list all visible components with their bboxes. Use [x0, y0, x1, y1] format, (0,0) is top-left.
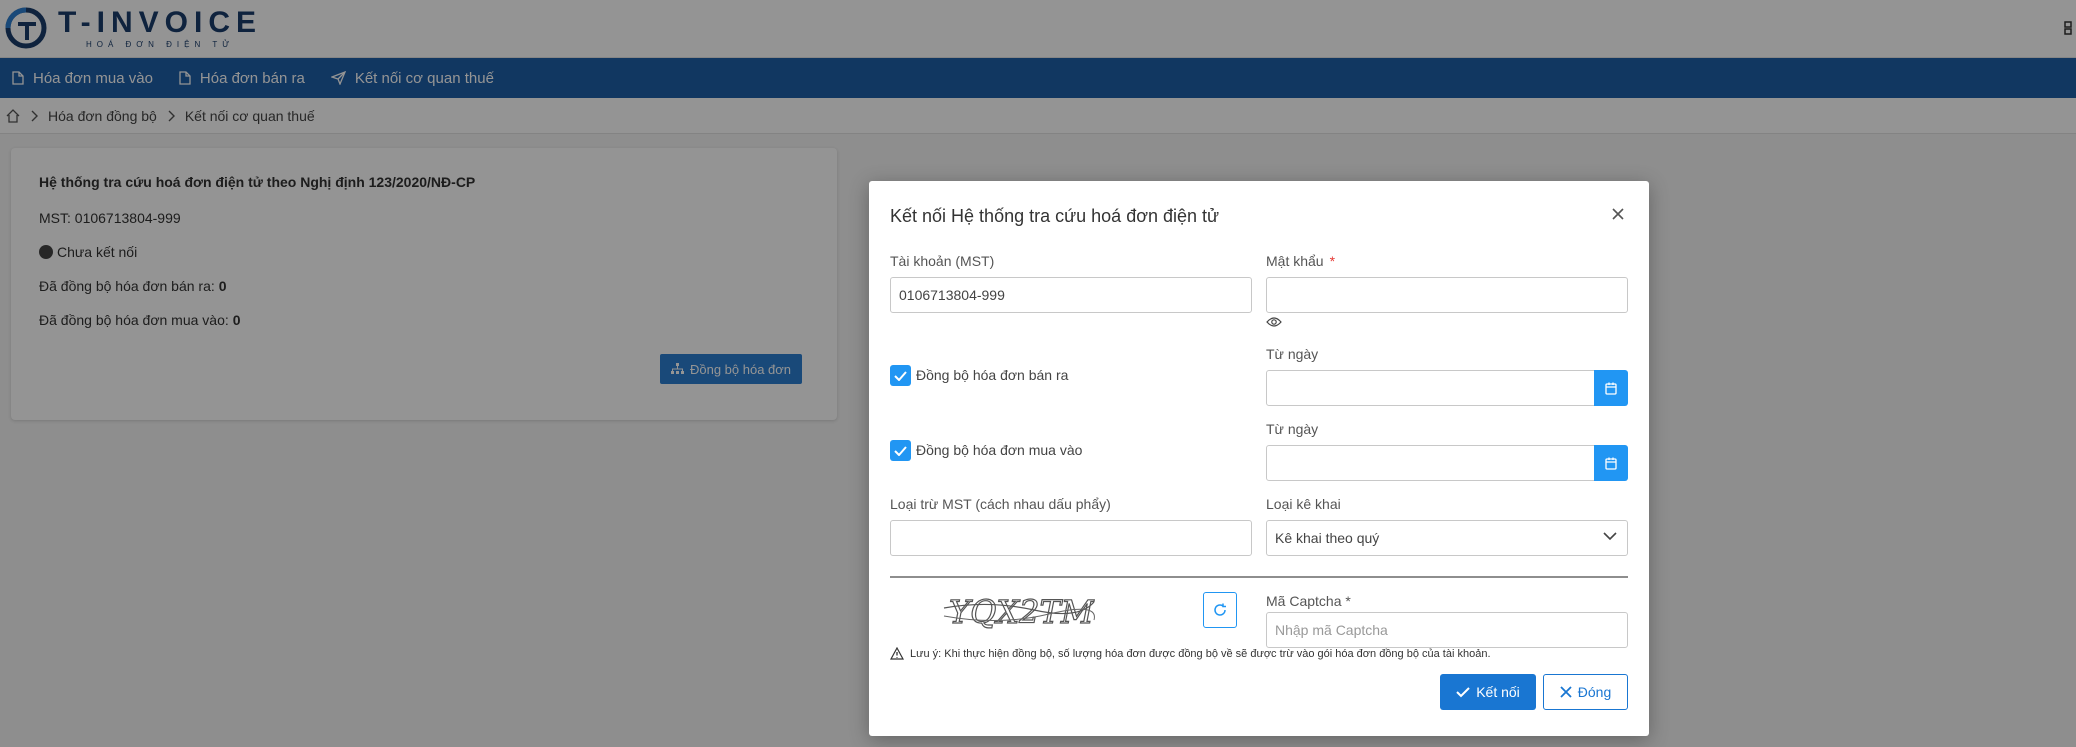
sync-purchase-checkbox[interactable] — [890, 440, 911, 461]
sync-sales-label: Đồng bộ hóa đơn bán ra — [916, 367, 1069, 383]
account-label: Tài khoản (MST) — [890, 253, 995, 269]
account-input[interactable]: 0106713804-999 — [890, 277, 1252, 313]
declaration-value: Kê khai theo quý — [1275, 530, 1380, 546]
check-icon — [894, 445, 907, 456]
declaration-label: Loại kê khai — [1266, 496, 1341, 512]
close-button-label: Đóng — [1577, 684, 1612, 700]
divider — [890, 576, 1628, 578]
calendar-icon — [1605, 457, 1617, 470]
eye-icon[interactable] — [1266, 316, 1282, 328]
sync-sales-checkbox[interactable] — [890, 365, 911, 386]
calendar-button[interactable] — [1594, 445, 1628, 481]
close-button[interactable]: Đóng — [1543, 674, 1628, 710]
refresh-captcha-button[interactable] — [1203, 592, 1237, 628]
password-input[interactable] — [1266, 277, 1628, 313]
sync-purchase-label: Đồng bộ hóa đơn mua vào — [916, 442, 1083, 458]
chevron-down-icon — [1603, 532, 1617, 541]
captcha-label: Mã Captcha * — [1266, 593, 1351, 609]
declaration-select[interactable]: Kê khai theo quý — [1266, 520, 1628, 556]
exclude-mst-input[interactable] — [890, 520, 1252, 556]
note-text: Lưu ý: Khi thực hiện đồng bộ, số lượng h… — [890, 647, 1491, 660]
from-date-label: Từ ngày — [1266, 346, 1319, 362]
calendar-button[interactable] — [1594, 370, 1628, 406]
exclude-mst-label: Loại trừ MST (cách nhau dấu phẩy) — [890, 496, 1111, 512]
close-icon — [1560, 686, 1572, 698]
modal-title: Kết nối Hệ thống tra cứu hoá đơn điện tử — [890, 206, 1220, 226]
password-label: Mật khẩu * — [1266, 253, 1336, 269]
check-icon — [1456, 686, 1470, 697]
refresh-icon — [1214, 603, 1226, 616]
check-icon — [894, 370, 907, 381]
connect-button[interactable]: Kết nối — [1440, 674, 1536, 710]
captcha-image: YQX2TM — [943, 592, 1095, 632]
svg-text:YQX2TM: YQX2TM — [949, 593, 1095, 631]
close-icon[interactable] — [1609, 205, 1627, 223]
from-date-sales-input[interactable] — [1266, 370, 1596, 406]
note-content: Lưu ý: Khi thực hiện đồng bộ, số lượng h… — [910, 647, 1491, 660]
from-date-purchase-input[interactable] — [1266, 445, 1596, 481]
connect-modal: Kết nối Hệ thống tra cứu hoá đơn điện tử… — [869, 181, 1649, 736]
calendar-icon — [1605, 382, 1617, 395]
connect-button-label: Kết nối — [1476, 684, 1520, 700]
warning-icon — [890, 647, 904, 660]
captcha-input[interactable]: Nhập mã Captcha — [1266, 612, 1628, 648]
from-date-label: Từ ngày — [1266, 421, 1319, 437]
